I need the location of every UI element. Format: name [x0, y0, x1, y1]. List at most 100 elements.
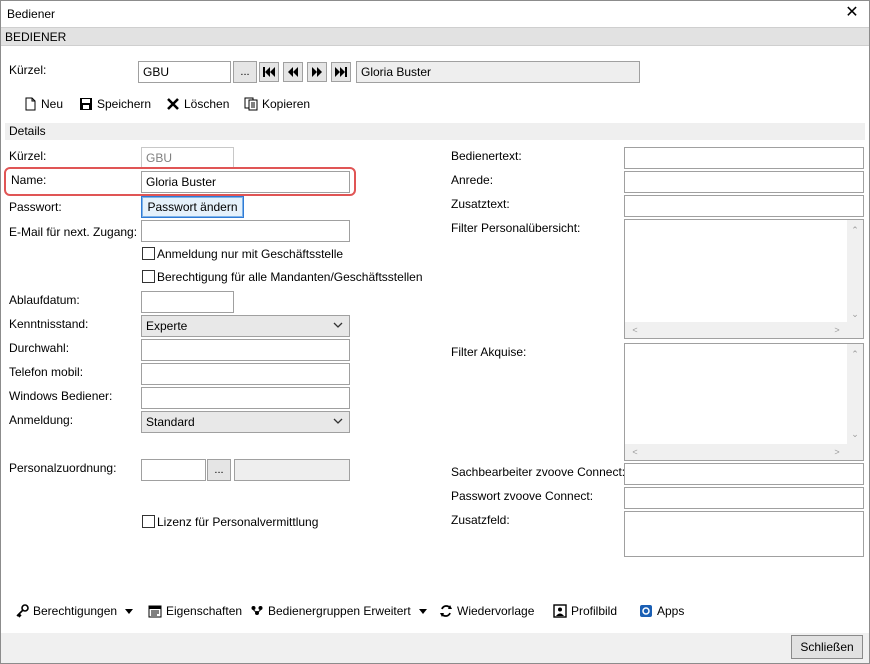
- personalzuordnung-browse-button[interactable]: ...: [207, 459, 231, 481]
- scroll-right-icon[interactable]: >: [831, 324, 843, 336]
- title-bar: Bediener ✕: [1, 1, 869, 27]
- anmeldung-value: Standard: [146, 415, 195, 429]
- top-name-display: Gloria Buster: [356, 61, 640, 83]
- apps-icon: [640, 605, 652, 617]
- passwort-connect-label: Passwort zvoove Connect:: [451, 489, 594, 503]
- berechtigungen-label: Berechtigungen: [33, 604, 118, 618]
- copy-button[interactable]: Kopieren: [244, 97, 310, 111]
- wiedervorlage-button[interactable]: Wiedervorlage: [439, 604, 534, 618]
- anmeldung-geschaeftsstelle-checkbox[interactable]: [142, 247, 155, 260]
- zusatzfeld-textarea[interactable]: [624, 511, 864, 557]
- email-label: E-Mail für next. Zugang:: [9, 225, 138, 239]
- window-title: Bediener: [7, 7, 56, 21]
- close-icon[interactable]: ✕: [843, 4, 861, 22]
- wiedervorlage-label: Wiedervorlage: [457, 604, 535, 618]
- sachbearbeiter-label: Sachbearbeiter zvoove Connect:: [451, 465, 626, 479]
- berechtigung-alle-checkbox[interactable]: [142, 270, 155, 283]
- lizenz-label: Lizenz für Personalvermittlung: [157, 515, 319, 529]
- last-icon: [335, 67, 347, 77]
- berechtigung-alle-label: Berechtigung für alle Mandanten/Geschäft…: [157, 270, 423, 284]
- kenntnisstand-select[interactable]: Experte: [141, 315, 350, 337]
- filter-akquise-textarea[interactable]: ⌃ ⌄ < >: [624, 343, 864, 461]
- next-record-button[interactable]: [307, 62, 327, 82]
- horizontal-scrollbar[interactable]: < >: [625, 322, 847, 338]
- key-icon: [16, 604, 29, 618]
- durchwahl-field[interactable]: [141, 339, 350, 361]
- scroll-up-icon[interactable]: ⌃: [849, 224, 861, 236]
- caret-down-icon: [418, 608, 427, 614]
- bedienertext-field[interactable]: [624, 147, 864, 169]
- profilbild-button[interactable]: Profilbild: [553, 604, 617, 618]
- scroll-left-icon[interactable]: <: [629, 446, 641, 458]
- anmeldung-select[interactable]: Standard: [141, 411, 350, 433]
- change-password-button[interactable]: Passwort ändern: [141, 196, 244, 218]
- delete-button[interactable]: Löschen: [166, 97, 229, 111]
- previous-record-button[interactable]: [283, 62, 303, 82]
- windows-bediener-field[interactable]: [141, 387, 350, 409]
- vertical-scrollbar[interactable]: ⌃ ⌄: [847, 220, 863, 338]
- last-record-button[interactable]: [331, 62, 351, 82]
- passwort-connect-field[interactable]: [624, 487, 864, 509]
- followup-icon: [440, 605, 452, 617]
- zusatztext-label: Zusatztext:: [451, 197, 510, 211]
- apps-button[interactable]: Apps: [639, 604, 684, 618]
- anmeldung-label: Anmeldung:: [9, 413, 74, 427]
- footer-bar: [1, 633, 869, 663]
- kuerzel-label: Kürzel:: [9, 149, 47, 163]
- save-button[interactable]: Speichern: [79, 97, 151, 111]
- scroll-down-icon[interactable]: ⌄: [849, 308, 861, 320]
- schliessen-button[interactable]: Schließen: [791, 635, 863, 659]
- bedienergruppen-button[interactable]: Bedienergruppen Erweitert: [250, 604, 427, 618]
- delete-icon: [167, 98, 179, 110]
- telefon-mobil-label: Telefon mobil:: [9, 365, 84, 379]
- scroll-down-icon[interactable]: ⌄: [849, 428, 861, 440]
- scroll-left-icon[interactable]: <: [629, 324, 641, 336]
- durchwahl-label: Durchwahl:: [9, 341, 70, 355]
- first-icon: [263, 67, 275, 77]
- kenntnisstand-value: Experte: [146, 319, 188, 333]
- delete-button-label: Löschen: [184, 97, 230, 111]
- zusatzfeld-label: Zusatzfeld:: [451, 513, 510, 527]
- top-kuerzel-label: Kürzel:: [9, 63, 47, 77]
- filter-personal-label: Filter Personalübersicht:: [451, 221, 581, 235]
- save-button-label: Speichern: [97, 97, 152, 111]
- name-field[interactable]: Gloria Buster: [141, 171, 350, 193]
- lizenz-checkbox[interactable]: [142, 515, 155, 528]
- section-header-label: BEDIENER: [5, 30, 67, 44]
- previous-icon: [288, 67, 298, 77]
- copy-icon: [244, 97, 258, 111]
- sachbearbeiter-field[interactable]: [624, 463, 864, 485]
- chevron-down-icon: [333, 322, 343, 328]
- horizontal-scrollbar[interactable]: < >: [625, 444, 847, 460]
- next-icon: [312, 67, 322, 77]
- personalzuordnung-label: Personalzuordnung:: [9, 461, 117, 475]
- scroll-right-icon[interactable]: >: [831, 446, 843, 458]
- details-header: Details: [5, 123, 865, 140]
- first-record-button[interactable]: [259, 62, 279, 82]
- chevron-down-icon: [333, 418, 343, 424]
- bedienergruppen-label: Bedienergruppen Erweitert: [268, 604, 411, 618]
- top-kuerzel-input[interactable]: GBU: [138, 61, 231, 83]
- email-field[interactable]: [141, 220, 350, 242]
- new-button-label: Neu: [41, 97, 64, 111]
- eigenschaften-button[interactable]: Eigenschaften: [148, 604, 242, 618]
- telefon-mobil-field[interactable]: [141, 363, 350, 385]
- anrede-field[interactable]: [624, 171, 864, 193]
- ablaufdatum-field[interactable]: [141, 291, 234, 313]
- top-browse-button[interactable]: ...: [233, 61, 257, 83]
- kenntnisstand-label: Kenntnisstand:: [9, 317, 89, 331]
- zusatztext-field[interactable]: [624, 195, 864, 217]
- apps-label: Apps: [657, 604, 685, 618]
- copy-button-label: Kopieren: [262, 97, 311, 111]
- new-button[interactable]: Neu: [23, 97, 63, 111]
- windows-bediener-label: Windows Bediener:: [9, 389, 113, 403]
- personalzuordnung-field[interactable]: [141, 459, 206, 481]
- details-header-label: Details: [9, 124, 46, 138]
- berechtigungen-button[interactable]: Berechtigungen: [15, 604, 134, 618]
- profile-picture-icon: [553, 604, 567, 618]
- scroll-up-icon[interactable]: ⌃: [849, 348, 861, 360]
- filter-personal-textarea[interactable]: ⌃ ⌄ < >: [624, 219, 864, 339]
- filter-akquise-label: Filter Akquise:: [451, 345, 527, 359]
- vertical-scrollbar[interactable]: ⌃ ⌄: [847, 344, 863, 460]
- save-icon: [80, 98, 92, 110]
